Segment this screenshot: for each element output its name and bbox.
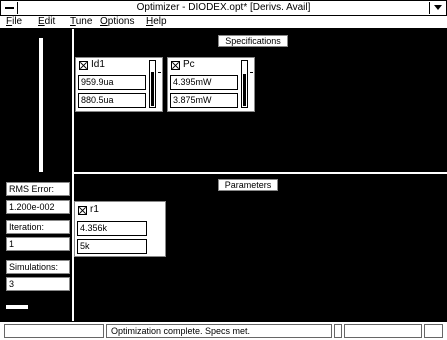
simulations-value: 3 — [6, 277, 70, 291]
param-card-r1[interactable]: r1 4.356k 5k — [74, 201, 166, 257]
window-title: Optimizer - DIODEX.opt* [Derivs. Avail] — [136, 2, 311, 13]
menu-tune[interactable]: Tune — [70, 16, 92, 28]
menu-file[interactable]: File — [6, 16, 22, 28]
spec-pc-value1[interactable]: 4.395mW — [170, 75, 238, 90]
spec-id1-gauge — [149, 60, 156, 108]
horizontal-divider[interactable] — [74, 172, 447, 174]
spec-pc-checkbox[interactable] — [171, 61, 180, 70]
spec-card-id1[interactable]: Id1 959.9ua 880.5ua — [75, 57, 163, 112]
menu-options[interactable]: Options — [100, 16, 134, 28]
progress-slider[interactable] — [39, 38, 43, 172]
status-bar: Optimization complete. Specs met. — [0, 321, 447, 340]
menu-help[interactable]: Help — [146, 16, 167, 28]
status-cell-small — [334, 324, 342, 338]
param-r1-checkbox[interactable] — [78, 206, 87, 215]
spec-pc-gauge-fill — [243, 74, 246, 106]
status-cell-left — [4, 324, 104, 338]
spec-pc-gauge-tick — [250, 72, 253, 73]
param-r1-name: r1 — [90, 204, 99, 215]
simulations-label: Simulations: — [6, 260, 70, 274]
spec-id1-checkbox[interactable] — [79, 61, 88, 70]
rms-error-label: RMS Error: — [6, 182, 70, 196]
title-bar: Optimizer - DIODEX.opt* [Derivs. Avail] — [0, 0, 447, 16]
spec-pc-value2[interactable]: 3.875mW — [170, 93, 238, 108]
iteration-label: Iteration: — [6, 220, 70, 234]
progress-slider-fill — [40, 39, 42, 171]
spec-id1-value1[interactable]: 959.9ua — [78, 75, 146, 90]
parameters-header: Parameters — [218, 179, 278, 191]
specifications-header: Specifications — [218, 35, 288, 47]
spec-id1-gauge-fill — [151, 72, 154, 106]
minimize-arrow-icon[interactable] — [429, 2, 445, 14]
param-r1-value1[interactable]: 4.356k — [77, 221, 147, 236]
spec-id1-value2[interactable]: 880.5ua — [78, 93, 146, 108]
status-message: Optimization complete. Specs met. — [106, 324, 332, 338]
spec-pc-name: Pc — [183, 59, 195, 70]
status-cell-end — [424, 324, 443, 338]
spec-id1-name: Id1 — [91, 59, 105, 70]
iteration-value: 1 — [6, 237, 70, 251]
menu-bar: File Edit Tune Options Help — [0, 16, 447, 29]
vertical-divider — [72, 29, 74, 321]
spec-pc-gauge — [241, 60, 248, 108]
spec-id1-gauge-tick — [158, 72, 161, 73]
spec-card-pc[interactable]: Pc 4.395mW 3.875mW — [167, 57, 255, 112]
param-r1-value2[interactable]: 5k — [77, 239, 147, 254]
activity-indicator — [6, 305, 28, 309]
status-cell-right — [344, 324, 422, 338]
system-menu-icon[interactable] — [2, 2, 18, 14]
left-status-panel: RMS Error: 1.200e-002 Iteration: 1 Simul… — [4, 30, 72, 320]
menu-edit[interactable]: Edit — [38, 16, 55, 28]
rms-error-value: 1.200e-002 — [6, 200, 70, 214]
